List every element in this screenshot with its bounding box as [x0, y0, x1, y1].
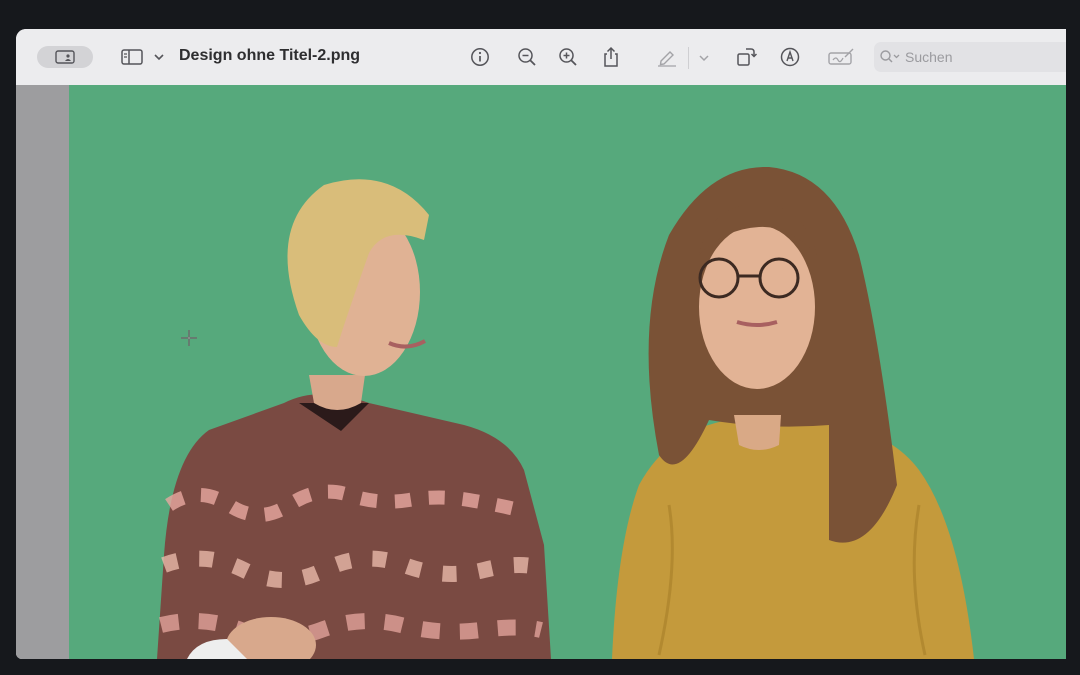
zoom-in-icon	[559, 48, 577, 66]
rotate-icon	[737, 48, 757, 66]
share-icon	[604, 46, 618, 67]
annotate-button[interactable]	[777, 44, 803, 70]
zoom-in-button[interactable]	[555, 44, 581, 70]
sidebar-panel	[16, 85, 69, 659]
search-placeholder: Suchen	[905, 49, 953, 65]
thumbnail-icon	[55, 50, 75, 64]
zoom-out-button[interactable]	[514, 44, 540, 70]
image-canvas[interactable]	[69, 85, 1066, 659]
info-button[interactable]	[467, 44, 493, 70]
markup-pen-icon	[658, 51, 676, 67]
preview-window: Design ohne Titel-2.png Suchen	[16, 29, 1066, 659]
chevron-down-icon	[154, 54, 164, 61]
view-mode-button[interactable]	[37, 46, 93, 68]
photo-image	[157, 166, 974, 659]
toolbar: Design ohne Titel-2.png Suchen	[16, 29, 1066, 86]
share-button[interactable]	[598, 44, 624, 70]
search-icon	[880, 50, 900, 63]
sidebar-icon	[121, 49, 143, 65]
sidebar-toggle-button[interactable]	[120, 45, 166, 69]
toolbar-separator	[688, 47, 689, 69]
chevron-down-icon	[699, 55, 709, 62]
right-person	[612, 166, 974, 659]
signature-icon	[828, 48, 854, 65]
signature-button[interactable]	[826, 44, 856, 70]
left-person	[157, 179, 551, 659]
zoom-out-icon	[518, 48, 536, 66]
annotate-icon	[780, 47, 800, 67]
crosshair-cursor-icon	[181, 330, 197, 346]
markup-menu-button[interactable]	[696, 51, 712, 65]
markup-button[interactable]	[654, 44, 680, 70]
rotate-button[interactable]	[733, 44, 759, 70]
search-field[interactable]: Suchen	[874, 42, 1066, 72]
info-icon	[471, 48, 489, 66]
window-title: Design ohne Titel-2.png	[179, 47, 361, 64]
